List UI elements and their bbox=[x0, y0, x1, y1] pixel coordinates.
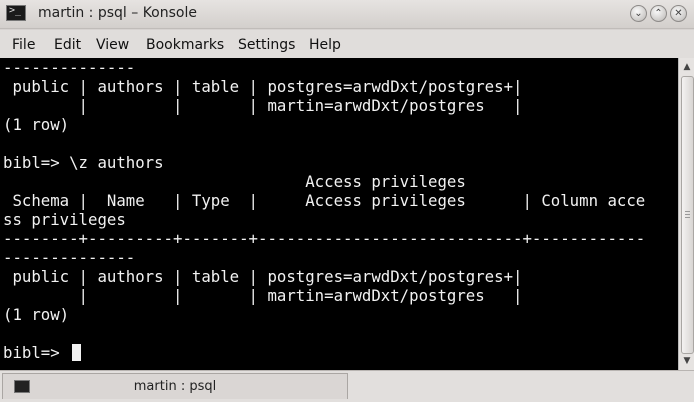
terminal-line: | | | martin=arwdDxt/postgres | bbox=[3, 286, 523, 305]
terminal-line: Schema | Name | Type | Access privileges… bbox=[3, 191, 646, 210]
tab-label: martin : psql bbox=[133, 379, 217, 394]
terminal-line: ss privileges bbox=[3, 210, 126, 229]
terminal-line: Access privileges bbox=[3, 172, 466, 191]
terminal-line: (1 row) bbox=[3, 115, 70, 134]
maximize-icon[interactable]: ⌃ bbox=[650, 5, 667, 22]
terminal-line: --------+---------+-------+-------------… bbox=[3, 229, 646, 248]
terminal-line: | | | martin=arwdDxt/postgres | bbox=[3, 96, 523, 115]
menu-settings[interactable]: Settings bbox=[238, 37, 295, 53]
window-title: martin : psql – Konsole bbox=[38, 5, 197, 21]
terminal-prompt-line: bibl=> bbox=[3, 343, 70, 362]
close-icon[interactable]: ✕ bbox=[670, 5, 687, 22]
terminal-line: bibl=> \z authors bbox=[3, 153, 164, 172]
menu-view[interactable]: View bbox=[96, 37, 129, 53]
tab-bar: martin : psql bbox=[0, 370, 694, 402]
terminal-line: -------------- bbox=[3, 248, 136, 267]
scroll-up-icon[interactable]: ▲ bbox=[681, 61, 693, 73]
text-cursor bbox=[72, 344, 81, 361]
minimize-icon[interactable]: ⌄ bbox=[630, 5, 647, 22]
menu-help[interactable]: Help bbox=[309, 37, 341, 53]
terminal-output[interactable]: -------------- public | authors | table … bbox=[0, 58, 678, 370]
window-titlebar[interactable]: >_ martin : psql – Konsole ⌄ ⌃ ✕ bbox=[0, 0, 694, 29]
terminal-icon[interactable]: >_ bbox=[6, 5, 26, 21]
menu-file[interactable]: File bbox=[12, 37, 35, 53]
terminal-line: (1 row) bbox=[3, 305, 70, 324]
grip-line bbox=[685, 214, 690, 215]
scroll-down-icon[interactable]: ▼ bbox=[681, 355, 693, 367]
menu-bookmarks[interactable]: Bookmarks bbox=[146, 37, 224, 53]
terminal-line: -------------- bbox=[3, 58, 136, 77]
vertical-scrollbar[interactable]: ▲ ▼ bbox=[678, 58, 694, 370]
grip-line bbox=[685, 211, 690, 212]
menu-edit[interactable]: Edit bbox=[54, 37, 81, 53]
terminal-line: public | authors | table | postgres=arwd… bbox=[3, 77, 523, 96]
tab-martin-psql[interactable]: martin : psql bbox=[2, 373, 348, 399]
scrollbar-thumb[interactable] bbox=[681, 76, 694, 354]
menu-bar: File Edit View Bookmarks Settings Help bbox=[0, 30, 694, 58]
terminal-line: public | authors | table | postgres=arwd… bbox=[3, 267, 523, 286]
grip-line bbox=[685, 217, 690, 218]
